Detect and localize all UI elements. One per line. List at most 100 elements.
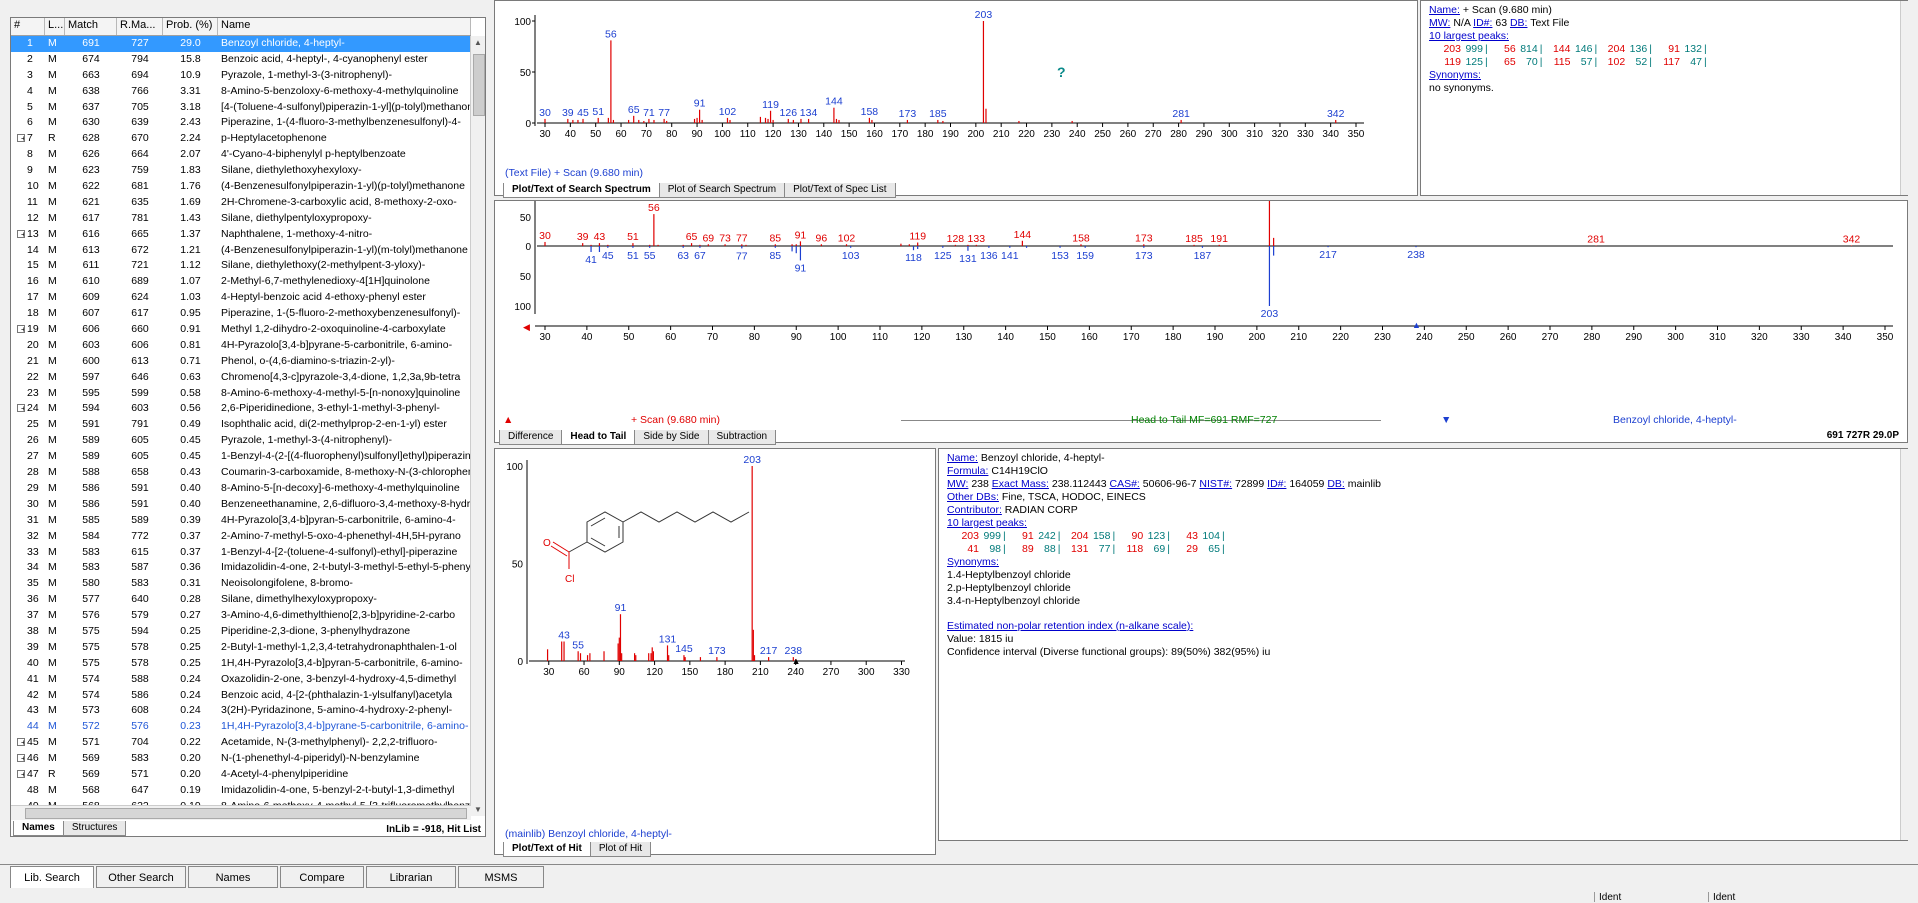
table-row[interactable]: 32 M 584 772 0.37 2-Amino-7-methyl-5-oxo-4-ph… bbox=[11, 529, 471, 545]
table-row[interactable]: 2 M 674 794 15.8 Benzoic acid, 4-heptyl-, 4-c… bbox=[11, 52, 471, 68]
tab-structures[interactable]: Structures bbox=[62, 821, 127, 836]
table-row[interactable]: 28 M 588 658 0.43 Coumarin-3-carboxamide, 8-m… bbox=[11, 465, 471, 481]
search-id-label[interactable]: ID#: bbox=[1473, 17, 1492, 29]
table-row[interactable]: 34 M 583 587 0.36 Imidazolidin-4-one, 2-t-but… bbox=[11, 560, 471, 576]
search-mw-label[interactable]: MW: bbox=[1429, 17, 1450, 29]
col-header-match[interactable]: Match bbox=[65, 18, 117, 35]
table-row[interactable]: 22 M 597 646 0.63 Chromeno[4,3-c]pyrazole-3,4… bbox=[11, 370, 471, 386]
table-row[interactable]: 16 M 610 689 1.07 2-Methyl-6,7-methylenedioxy… bbox=[11, 274, 471, 290]
table-row[interactable]: 31 M 585 589 0.39 4H-Pyrazolo[3,4-b]pyran-5-c… bbox=[11, 513, 471, 529]
hit-spectrum-plot[interactable]: 100 50 0 30 60 90 120 150 180 210 240 270 300 330 4355… bbox=[495, 449, 935, 829]
hit-name-label[interactable]: Name: bbox=[947, 452, 978, 464]
hit-synonyms-label[interactable]: Synonyms: bbox=[947, 556, 999, 568]
scroll-up-icon[interactable]: ▲ bbox=[474, 38, 482, 47]
hit-cas-label[interactable]: CAS#: bbox=[1110, 478, 1140, 490]
tab-plot-text-hit[interactable]: Plot/Text of Hit bbox=[503, 842, 591, 857]
table-row[interactable]: 15 M 611 721 1.12 Silane, diethylethoxy(2-met… bbox=[11, 258, 471, 274]
hit-db-label[interactable]: DB: bbox=[1327, 478, 1345, 490]
search-info-scrollbar[interactable] bbox=[1900, 1, 1915, 195]
table-row[interactable]: 21 M 600 613 0.71 Phenol, o-(4,6-diamino-s-tr… bbox=[11, 354, 471, 370]
hit-ri-label[interactable]: Estimated non-polar retention index (n-a… bbox=[947, 620, 1193, 632]
tab-side-by-side[interactable]: Side by Side bbox=[634, 430, 709, 445]
table-row[interactable]: 46 M 569 583 0.20 N-(1-phenethyl-4-piperidyl)… bbox=[11, 751, 471, 767]
col-header-name[interactable]: Name bbox=[218, 18, 471, 35]
expand-plus-icon[interactable]: + bbox=[17, 229, 25, 238]
table-row[interactable]: 26 M 589 605 0.45 Pyrazole, 1-methyl-3-(4-nit… bbox=[11, 433, 471, 449]
table-row[interactable]: 13 M 616 665 1.37 Naphthalene, 1-methoxy-4-ni… bbox=[11, 227, 471, 243]
tab-compare[interactable]: Compare bbox=[280, 866, 364, 888]
table-row[interactable]: 38 M 575 594 0.25 Piperidine-2,3-dione, 3-phe… bbox=[11, 624, 471, 640]
table-row[interactable]: 5 M 637 705 3.18 [4-(Toluene-4-sulfonyl)piper… bbox=[11, 100, 471, 116]
tab-subtraction[interactable]: Subtraction bbox=[707, 430, 777, 445]
search-peaks-label[interactable]: 10 largest peaks: bbox=[1429, 30, 1509, 42]
tab-names-bottom[interactable]: Names bbox=[188, 866, 278, 888]
expand-plus-icon[interactable]: + bbox=[17, 769, 25, 778]
tab-msms[interactable]: MSMS bbox=[458, 866, 544, 888]
hit-contributor-label[interactable]: Contributor: bbox=[947, 504, 1002, 516]
tab-plot-text-spec-list[interactable]: Plot/Text of Spec List bbox=[784, 183, 896, 198]
tab-other-search[interactable]: Other Search bbox=[96, 866, 186, 888]
table-row[interactable]: 3 M 663 694 10.9 Pyrazole, 1-methyl-3-(3-nitr… bbox=[11, 68, 471, 84]
search-spectrum-plot[interactable]: 100 50 0 30 40 50 60 70 80 90 100 110 120 130 140 150 16… bbox=[495, 1, 1417, 195]
tab-plot-text-search[interactable]: Plot/Text of Search Spectrum bbox=[503, 183, 660, 198]
col-header-prob[interactable]: Prob. (%) bbox=[163, 18, 218, 35]
table-row[interactable]: 47 R 569 571 0.20 4-Acetyl-4-phenylpiperidine… bbox=[11, 767, 471, 783]
table-row[interactable]: 9 M 623 759 1.83 Silane, diethylethoxyhexylox… bbox=[11, 163, 471, 179]
table-row[interactable]: 1 M 691 727 29.0 Benzoyl chloride, 4-heptyl- bbox=[11, 36, 471, 52]
search-synonyms-label[interactable]: Synonyms: bbox=[1429, 69, 1481, 81]
expand-plus-icon[interactable]: + bbox=[17, 738, 25, 747]
table-row[interactable]: 25 M 591 791 0.49 Isophthalic acid, di(2-meth… bbox=[11, 417, 471, 433]
table-row[interactable]: 42 M 574 586 0.24 Benzoic acid, 4-[2-(phthala… bbox=[11, 688, 471, 704]
table-row[interactable]: 6 M 630 639 2.43 Piperazine, 1-(4-fluoro-3-me… bbox=[11, 115, 471, 131]
table-row[interactable]: 11 M 621 635 1.69 2H-Chromene-3-carboxylic ac… bbox=[11, 195, 471, 211]
table-row[interactable]: 44 M 572 576 0.23 1H,4H-Pyrazolo[3,4-b]pyrane… bbox=[11, 719, 471, 735]
table-row[interactable]: 39 M 575 578 0.25 2-Butyl-1-methyl-1,2,3,4-te… bbox=[11, 640, 471, 656]
head-to-tail-plot[interactable]: 1005005010030405060708090100110120130140… bbox=[495, 176, 1907, 417]
table-row[interactable]: 35 M 580 583 0.31 Neoisolongifolene, 8-bromo- bbox=[11, 576, 471, 592]
expand-plus-icon[interactable]: + bbox=[17, 404, 25, 413]
tab-head-to-tail[interactable]: Head to Tail bbox=[561, 430, 636, 445]
table-row[interactable]: 41 M 574 588 0.24 Oxazolidin-2-one, 3-benzyl-… bbox=[11, 672, 471, 688]
expand-plus-icon[interactable]: + bbox=[17, 134, 25, 143]
table-row[interactable]: 37 M 576 579 0.27 3-Amino-4,6-dimethylthieno[… bbox=[11, 608, 471, 624]
ht-up-arrow-icon[interactable]: ▲ bbox=[503, 414, 513, 426]
search-db-label[interactable]: DB: bbox=[1510, 17, 1528, 29]
table-row[interactable]: 33 M 583 615 0.37 1-Benzyl-4-[2-(toluene-4-su… bbox=[11, 545, 471, 561]
table-row[interactable]: 14 M 613 672 1.21 (4-Benzenesulfonylpiperazin… bbox=[11, 243, 471, 259]
table-row[interactable]: 27 M 589 605 0.45 1-Benzyl-4-(2-[(4-fluorophe… bbox=[11, 449, 471, 465]
table-row[interactable]: 12 M 617 781 1.43 Silane, diethylpentyloxypro… bbox=[11, 211, 471, 227]
expand-plus-icon[interactable]: + bbox=[17, 754, 25, 763]
table-row[interactable]: 48 M 568 647 0.19 Imidazolidin-4-one, 5-benzy… bbox=[11, 783, 471, 799]
table-row[interactable]: 45 M 571 704 0.22 Acetamide, N-(3-methylpheny… bbox=[11, 735, 471, 751]
hit-mw-label[interactable]: MW: bbox=[947, 478, 968, 490]
table-row[interactable]: 8 M 626 664 2.07 4'-Cyano-4-biphenylyl p-hept… bbox=[11, 147, 471, 163]
table-row[interactable]: 19 M 606 660 0.91 Methyl 1,2-dihydro-2-oxoqui… bbox=[11, 322, 471, 338]
tab-lib-search[interactable]: Lib. Search bbox=[10, 866, 94, 888]
search-name-label[interactable]: Name: bbox=[1429, 4, 1460, 16]
table-row[interactable]: 18 M 607 617 0.95 Piperazine, 1-(5-fluoro-2-m… bbox=[11, 306, 471, 322]
hscroll-thumb[interactable] bbox=[25, 808, 467, 819]
table-row[interactable]: 23 M 595 599 0.58 8-Amino-6-methoxy-4-methyl-… bbox=[11, 386, 471, 402]
col-header-number[interactable]: # bbox=[11, 18, 45, 35]
col-header-library[interactable]: L... bbox=[45, 18, 65, 35]
col-header-rmatch[interactable]: R.Ma... bbox=[117, 18, 163, 35]
table-row[interactable]: 24 M 594 603 0.56 2,6-Piperidinedione, 3-ethy… bbox=[11, 401, 471, 417]
hit-peaks-label[interactable]: 10 largest peaks: bbox=[947, 517, 1027, 529]
hit-nist-label[interactable]: NIST#: bbox=[1199, 478, 1232, 490]
table-row[interactable]: 40 M 575 578 0.25 1H,4H-Pyrazolo[3,4-b]pyran-… bbox=[11, 656, 471, 672]
table-row[interactable]: 10 M 622 681 1.76 (4-Benzenesulfonylpiperazin… bbox=[11, 179, 471, 195]
table-row[interactable]: 4 M 638 766 3.31 8-Amino-5-benzoloxy-6-methox… bbox=[11, 84, 471, 100]
table-row[interactable]: 36 M 577 640 0.28 Silane, dimethylhexyloxypro… bbox=[11, 592, 471, 608]
table-row[interactable]: 7R6286702.24p-Heptylacetophenone+ bbox=[11, 131, 471, 147]
hit-id-label[interactable]: ID#: bbox=[1267, 478, 1286, 490]
scroll-thumb[interactable] bbox=[473, 54, 485, 116]
tab-plot-search[interactable]: Plot of Search Spectrum bbox=[658, 183, 786, 198]
tab-names[interactable]: Names bbox=[13, 821, 64, 836]
hit-info-scrollbar[interactable] bbox=[1900, 449, 1915, 840]
hit-otherdb-label[interactable]: Other DBs: bbox=[947, 491, 999, 503]
table-row[interactable]: 29 M 586 591 0.40 8-Amino-5-[n-decoxy]-6-meth… bbox=[11, 481, 471, 497]
table-row[interactable]: 30 M 586 591 0.40 Benzeneethanamine, 2,6-difl… bbox=[11, 497, 471, 513]
hit-formula-label[interactable]: Formula: bbox=[947, 465, 988, 477]
table-row[interactable]: 20 M 603 606 0.81 4H-Pyrazolo[3,4-b]pyrane-5-… bbox=[11, 338, 471, 354]
ht-down-arrow-icon[interactable]: ▼ bbox=[1441, 414, 1451, 426]
